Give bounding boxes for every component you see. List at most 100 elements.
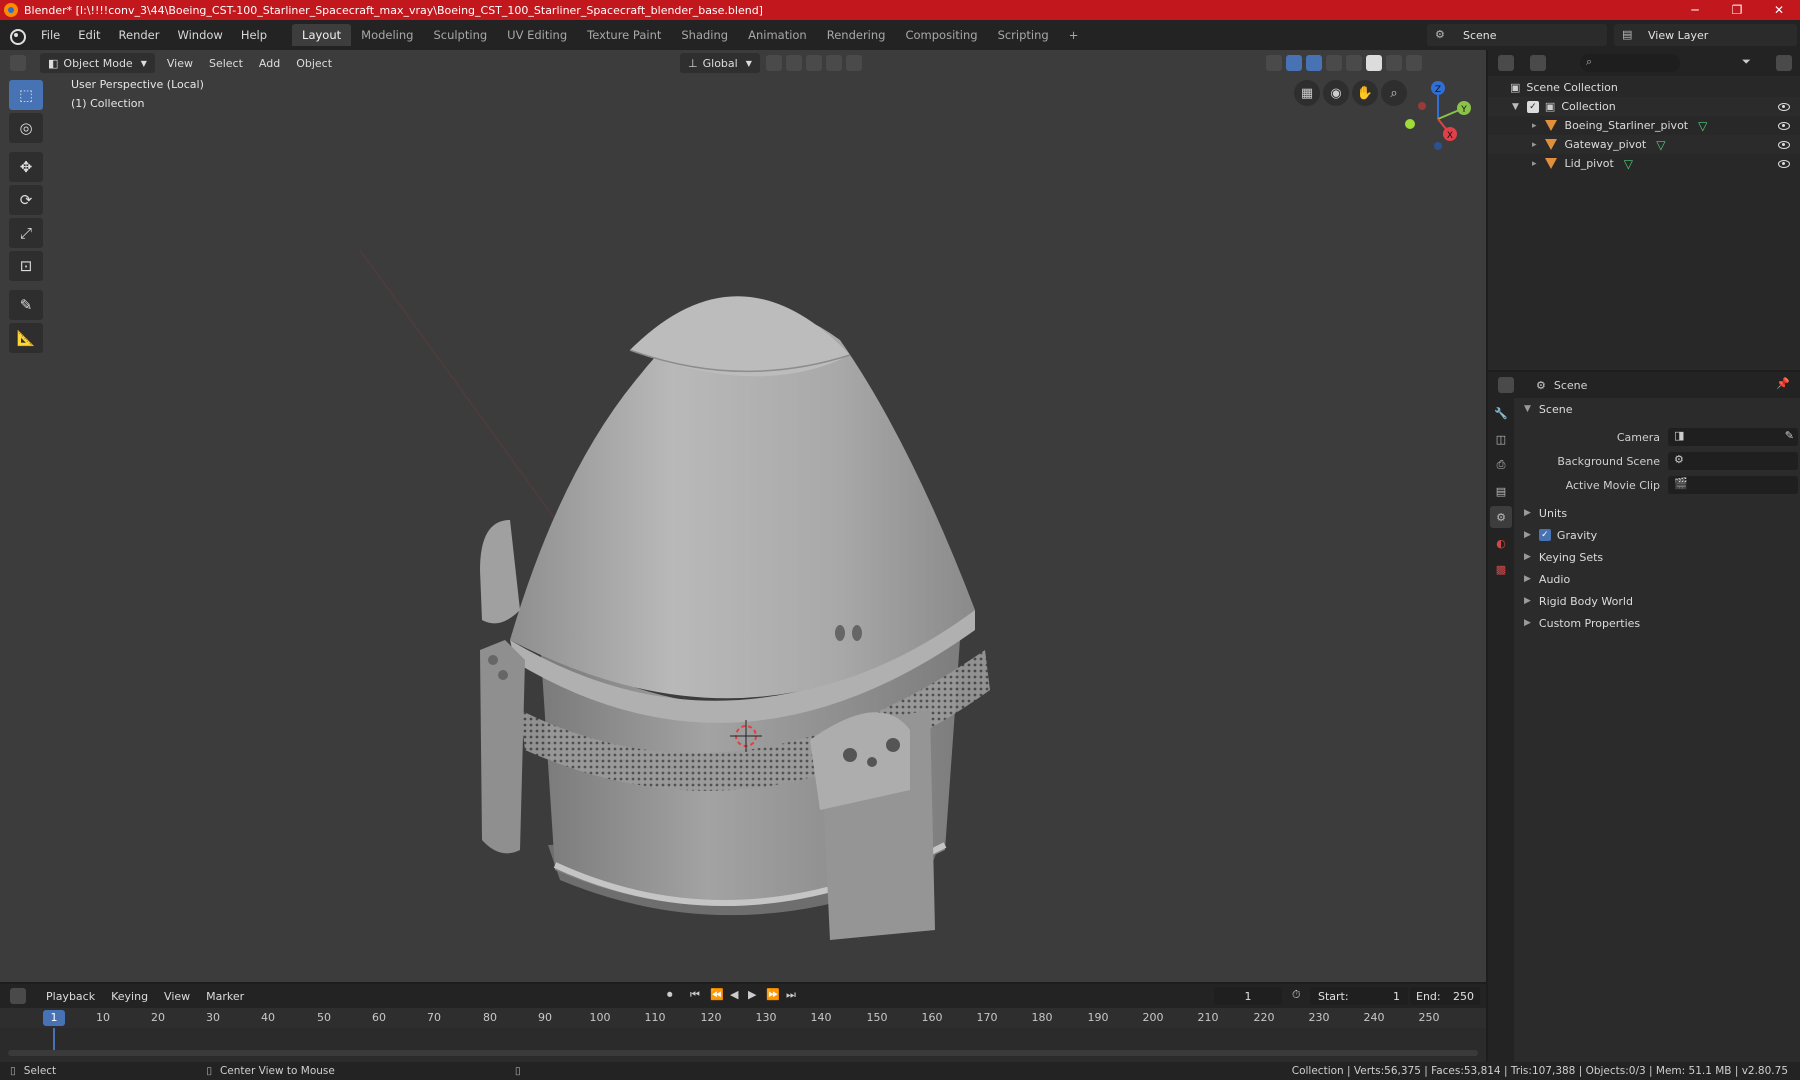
stopwatch-icon[interactable]: ⏱ xyxy=(1292,988,1301,1002)
toggle-view-grid-button[interactable]: ▦ xyxy=(1294,80,1320,106)
timeline-editor-icon[interactable] xyxy=(10,988,26,1004)
timeline-scrollbar[interactable] xyxy=(8,1050,1478,1056)
transform-orientation-dropdown[interactable]: ⊥ Global ▼ xyxy=(680,53,760,73)
keying-sets-section[interactable]: ▶ Keying Sets xyxy=(1518,546,1800,568)
snap-icon[interactable] xyxy=(785,55,802,71)
viewport-menu-object[interactable]: Object xyxy=(288,57,340,70)
editor-type-icon[interactable] xyxy=(10,55,26,71)
eye-icon[interactable] xyxy=(1778,140,1790,149)
annotate-tool[interactable]: ✎ xyxy=(9,290,43,320)
gizmo-toggle-icon[interactable] xyxy=(1285,55,1302,71)
viewport-menu-view[interactable]: View xyxy=(159,57,201,70)
gravity-checkbox[interactable]: ✓ xyxy=(1538,529,1551,541)
rigid-body-world-section[interactable]: ▶ Rigid Body World xyxy=(1518,590,1800,612)
tab-view-layer[interactable]: ▤ xyxy=(1490,480,1512,502)
tab-uv-editing[interactable]: UV Editing xyxy=(497,24,577,46)
timeline-ruler[interactable]: 1 10 20 30 40 50 60 70 80 90 100 110 120… xyxy=(0,1008,1486,1028)
outliner-search-input[interactable]: ⌕ xyxy=(1580,54,1680,72)
close-button[interactable]: ✕ xyxy=(1758,0,1800,20)
play-reverse-icon[interactable]: ◀ xyxy=(730,988,738,1001)
expand-arrow-icon[interactable]: ▸ xyxy=(1532,140,1537,150)
display-mode-icon[interactable] xyxy=(1530,55,1546,71)
tab-sculpting[interactable]: Sculpting xyxy=(423,24,497,46)
eye-icon[interactable] xyxy=(1778,121,1790,130)
tab-modeling[interactable]: Modeling xyxy=(351,24,423,46)
tab-world[interactable]: ◐ xyxy=(1490,532,1512,554)
tab-scripting[interactable]: Scripting xyxy=(988,24,1059,46)
properties-editor-icon[interactable] xyxy=(1498,377,1514,393)
pan-view-button[interactable]: ✋ xyxy=(1352,80,1378,106)
move-tool[interactable]: ✥ xyxy=(9,152,43,182)
menu-edit[interactable]: Edit xyxy=(69,28,109,42)
3d-viewport[interactable]: ◧ Object Mode ▼ View Select Add Object ⊥… xyxy=(0,50,1486,982)
tab-render[interactable]: ◫ xyxy=(1490,428,1512,450)
tab-output[interactable]: ⎙ xyxy=(1490,454,1512,476)
keying-menu[interactable]: Keying xyxy=(103,990,156,1003)
material-shading-icon[interactable] xyxy=(1385,55,1402,71)
expand-arrow-icon[interactable]: ▸ xyxy=(1532,159,1537,169)
falloff-icon[interactable] xyxy=(845,55,862,71)
outliner-row-object[interactable]: ▸ Lid_pivot ▽ xyxy=(1488,154,1800,173)
xray-icon[interactable] xyxy=(1325,55,1342,71)
tab-tool[interactable]: 🔧 xyxy=(1490,402,1512,424)
tab-texture-paint[interactable]: Texture Paint xyxy=(577,24,671,46)
wireframe-shading-icon[interactable] xyxy=(1345,55,1362,71)
tab-animation[interactable]: Animation xyxy=(738,24,817,46)
jump-end-icon[interactable]: ⏭ xyxy=(786,988,796,1002)
collapse-arrow-icon[interactable]: ▼ xyxy=(1512,102,1519,112)
gravity-section[interactable]: ▶ ✓ Gravity xyxy=(1518,524,1800,546)
start-frame-field[interactable]: Start: 1 xyxy=(1310,987,1408,1005)
eye-icon[interactable] xyxy=(1778,102,1790,111)
maximize-button[interactable]: ❐ xyxy=(1716,0,1758,20)
tab-compositing[interactable]: Compositing xyxy=(895,24,987,46)
filter-icon[interactable]: ⏷ xyxy=(1742,55,1751,69)
active-movie-clip-field[interactable]: 🎬 xyxy=(1668,476,1798,494)
scene-selector[interactable]: ⚙ Scene xyxy=(1427,24,1607,46)
view-layer-selector[interactable]: ▤ View Layer xyxy=(1614,24,1797,46)
tab-layout[interactable]: Layout xyxy=(292,24,352,46)
prev-keyframe-icon[interactable]: ⏪ xyxy=(710,988,724,1001)
blender-menu-icon[interactable] xyxy=(8,27,26,45)
eyedropper-icon[interactable]: ✎ xyxy=(1785,429,1794,442)
outliner-row-collection[interactable]: ▼ ✓ ▣ Collection xyxy=(1488,97,1800,116)
select-box-tool[interactable]: ⬚ xyxy=(9,80,43,110)
custom-properties-section[interactable]: ▶ Custom Properties xyxy=(1518,612,1800,634)
menu-help[interactable]: Help xyxy=(232,28,276,42)
outliner-row-scene-collection[interactable]: ▣ Scene Collection xyxy=(1488,78,1800,97)
collection-checkbox[interactable]: ✓ xyxy=(1526,100,1539,113)
tab-texture[interactable]: ▩ xyxy=(1490,558,1512,580)
current-frame-field[interactable]: 1 xyxy=(1214,987,1282,1005)
audio-section[interactable]: ▶ Audio xyxy=(1518,568,1800,590)
expand-arrow-icon[interactable]: ▸ xyxy=(1532,121,1537,131)
mode-dropdown[interactable]: ◧ Object Mode ▼ xyxy=(40,53,155,73)
solid-shading-icon[interactable] xyxy=(1365,55,1382,71)
overlay-toggle-icon[interactable] xyxy=(1305,55,1322,71)
viewport-menu-select[interactable]: Select xyxy=(201,57,251,70)
new-collection-icon[interactable] xyxy=(1776,55,1792,71)
navigation-gizmo[interactable]: Z Y X xyxy=(1398,74,1478,154)
mesh-data-icon[interactable]: ▽ xyxy=(1698,119,1707,133)
outliner-row-object[interactable]: ▸ Gateway_pivot ▽ xyxy=(1488,135,1800,154)
units-section[interactable]: ▶ Units xyxy=(1518,502,1800,524)
menu-window[interactable]: Window xyxy=(168,28,231,42)
transform-tool[interactable]: ⊡ xyxy=(9,251,43,281)
viewport-menu-add[interactable]: Add xyxy=(251,57,288,70)
pin-icon[interactable]: 📌 xyxy=(1776,377,1790,390)
outliner-row-object[interactable]: ▸ Boeing_Starliner_pivot ▽ xyxy=(1488,116,1800,135)
scale-tool[interactable]: ⤢ xyxy=(9,218,43,248)
add-workspace-button[interactable]: + xyxy=(1059,24,1089,46)
playback-menu[interactable]: Playback xyxy=(38,990,103,1003)
mesh-data-icon[interactable]: ▽ xyxy=(1656,138,1665,152)
rotate-tool[interactable]: ⟳ xyxy=(9,185,43,215)
end-frame-field[interactable]: End: 250 xyxy=(1410,987,1480,1005)
mesh-data-icon[interactable]: ▽ xyxy=(1624,157,1633,171)
record-icon[interactable]: ⏺ xyxy=(667,988,673,1002)
pivot-point-icon[interactable] xyxy=(765,55,782,71)
timeline-view-menu[interactable]: View xyxy=(156,990,198,1003)
measure-tool[interactable]: 📐 xyxy=(9,323,43,353)
rendered-shading-icon[interactable] xyxy=(1405,55,1422,71)
jump-start-icon[interactable]: ⏮ xyxy=(690,988,700,1002)
menu-file[interactable]: File xyxy=(32,28,69,42)
next-keyframe-icon[interactable]: ⏩ xyxy=(766,988,780,1001)
play-icon[interactable]: ▶ xyxy=(748,988,756,1001)
